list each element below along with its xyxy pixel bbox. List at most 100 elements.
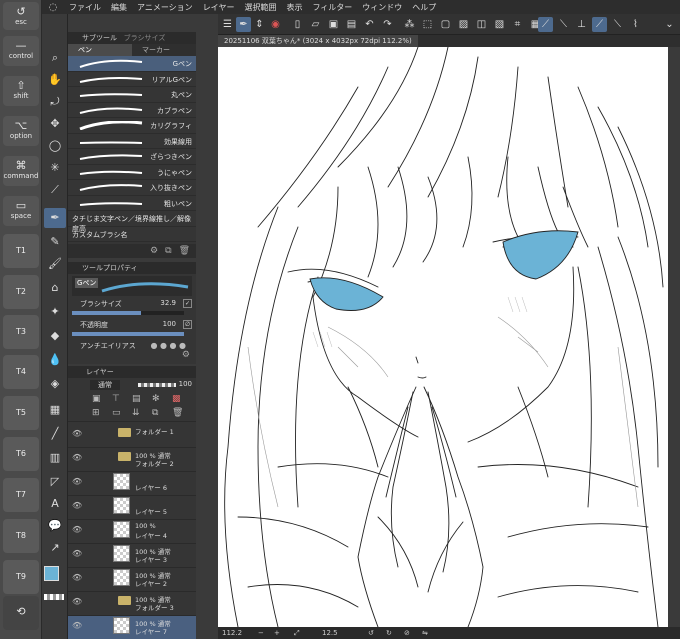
layer-row[interactable]: 👁 レイヤー 6	[68, 472, 196, 496]
new-layer-icon[interactable]: ⊞	[92, 408, 100, 418]
layer-row[interactable]: 👁 100 % 通常 レイヤー 3	[68, 544, 196, 568]
rotate-left-icon[interactable]: ↺	[368, 629, 374, 637]
ref-icon[interactable]: ✻	[152, 394, 160, 404]
menu-view[interactable]: 表示	[281, 2, 307, 13]
antialias-levels-icon[interactable]: ● ● ● ●	[150, 341, 186, 350]
mask-icon[interactable]: ▤	[132, 394, 141, 404]
fit-icon[interactable]: ⤢	[294, 629, 300, 638]
menu-filter[interactable]: フィルター	[307, 2, 357, 13]
eye-icon[interactable]: 👁	[72, 453, 82, 462]
deselect-icon[interactable]: ▢	[438, 17, 453, 32]
trash-icon[interactable]: 🗑	[179, 246, 190, 256]
pencil-tool-icon[interactable]: ✎	[44, 232, 66, 252]
eye-icon[interactable]: 👁	[72, 501, 82, 510]
text-tool-icon[interactable]: A	[44, 494, 66, 514]
hand-tool-icon[interactable]: ✋	[44, 70, 66, 90]
settings-icon[interactable]: ⚙	[150, 246, 158, 256]
zoom-value[interactable]: 112.2	[222, 629, 242, 637]
frame-tool-icon[interactable]: ▥	[44, 448, 66, 468]
record-icon[interactable]: ◉	[268, 17, 283, 32]
magic-wand-tool-icon[interactable]: ✳	[44, 158, 66, 178]
menu-help[interactable]: ヘルプ	[407, 2, 441, 13]
tab-marker[interactable]: マーカー	[132, 44, 196, 56]
layer-row[interactable]: 👁 100 % 通常 フォルダー 3	[68, 592, 196, 616]
brush-item[interactable]: 効果線用	[68, 134, 196, 149]
lock-icon[interactable]: ▣	[92, 394, 101, 404]
correct-line-tool-icon[interactable]: ↗	[44, 538, 66, 558]
t4-key[interactable]: T4	[3, 355, 39, 389]
layout-icon[interactable]: ▤	[344, 17, 359, 32]
control-key[interactable]: — control	[3, 36, 39, 66]
document-tab[interactable]: 20251106 双葉ちゃん* (3024 x 4032px 72dpi 112…	[218, 35, 418, 47]
vertical-scrollbar[interactable]	[668, 47, 680, 627]
menu-edit[interactable]: 編集	[106, 2, 132, 13]
eye-icon[interactable]: 👁	[72, 573, 82, 582]
layer-row[interactable]: 👁 フォルダー 1	[68, 424, 196, 448]
clip-icon[interactable]: ⊤	[112, 394, 120, 404]
sync-key[interactable]: ⟲	[3, 596, 39, 630]
move-tool-icon[interactable]: ✥	[44, 114, 66, 134]
blend-mode-select[interactable]: 通常	[90, 380, 120, 390]
snap-grid-icon[interactable]: ⊥	[574, 17, 589, 32]
fill-selection-icon[interactable]: ▧	[492, 17, 507, 32]
brush-item[interactable]: うにゃペン	[68, 165, 196, 180]
brush-item[interactable]: 丸ペン	[68, 87, 196, 103]
menu-layer[interactable]: レイヤー	[198, 2, 240, 13]
perspective-icon[interactable]: ⟍	[610, 17, 625, 32]
draft-icon[interactable]: ▩	[172, 394, 181, 404]
menu-window[interactable]: ウィンドウ	[357, 2, 407, 13]
brush-item[interactable]: カリグラフィ	[68, 118, 196, 134]
space-key[interactable]: ▭ space	[3, 196, 39, 226]
t3-key[interactable]: T3	[3, 315, 39, 349]
brush-item[interactable]: Gペン	[68, 56, 196, 72]
figure-tool-icon[interactable]: ╱	[44, 424, 66, 444]
eye-icon[interactable]: 👁	[72, 525, 82, 534]
shift-key[interactable]: ⇧ shift	[3, 76, 39, 106]
eraser-tool-icon[interactable]: ◆	[44, 326, 66, 346]
crop-icon[interactable]: ⌗	[510, 17, 525, 32]
chevron-down-icon[interactable]: ⌄	[662, 17, 677, 32]
eye-icon[interactable]: 👁	[72, 621, 82, 630]
main-color-swatch[interactable]	[44, 566, 59, 581]
clear-icon[interactable]: ◫	[474, 17, 489, 32]
brush-item[interactable]: 粗いペン	[68, 196, 196, 211]
transparent-color-swatch[interactable]	[44, 594, 64, 600]
layer-row[interactable]: 👁 100 % 通常 フォルダー 2	[68, 448, 196, 472]
command-key[interactable]: ⌘ command	[3, 156, 39, 186]
fill-tool-icon[interactable]: ◈	[44, 374, 66, 394]
guide-icon[interactable]: ⌇	[628, 17, 643, 32]
opacity-pressure-toggle[interactable]: ∅	[183, 320, 192, 329]
blend-tool-icon[interactable]: 💧	[44, 350, 66, 370]
new-file-icon[interactable]: ▯	[290, 17, 305, 32]
tab-pen[interactable]: ペン	[68, 44, 132, 56]
option-key[interactable]: ⌥ option	[3, 116, 39, 146]
drawing-canvas[interactable]	[218, 47, 668, 627]
eye-icon[interactable]: 👁	[72, 549, 82, 558]
brush-item[interactable]: カスタムブラシ名	[68, 227, 196, 242]
t9-key[interactable]: T9	[3, 560, 39, 594]
layer-row[interactable]: 👁 100 % 通常 レイヤー 2	[68, 568, 196, 592]
t7-key[interactable]: T7	[3, 478, 39, 512]
brush-item[interactable]: タチじま文字ペン／境界線推し／解像度高	[68, 211, 196, 233]
layer-opacity-value[interactable]: 100	[179, 380, 192, 388]
undo-icon[interactable]: ↶	[362, 17, 377, 32]
delete-layer-icon[interactable]: 🗑	[172, 408, 183, 418]
redo-icon[interactable]: ↷	[380, 17, 395, 32]
brush-item[interactable]: カブラペン	[68, 103, 196, 118]
ruler-tool-icon[interactable]: ◸	[44, 472, 66, 492]
property-wrench-icon[interactable]: ⚙	[182, 350, 190, 360]
gradient-tool-icon[interactable]: ▦	[44, 400, 66, 420]
t1-key[interactable]: T1	[3, 234, 39, 268]
rotate-tool-icon[interactable]: ⤾	[44, 92, 66, 112]
menu-file[interactable]: ファイル	[64, 2, 106, 13]
t2-key[interactable]: T2	[3, 275, 39, 309]
brush-size-value[interactable]: 32.9	[160, 299, 176, 307]
layer-row[interactable]: 👁 100 % 通常 レイヤー 7	[68, 616, 196, 639]
brush-item[interactable]: リアルGペン	[68, 72, 196, 87]
flip-icon[interactable]: ⇋	[422, 629, 428, 637]
brush-tool-icon[interactable]: 🖌	[44, 254, 66, 274]
menu-selection[interactable]: 選択範囲	[239, 2, 281, 13]
layer-row[interactable]: 👁 レイヤー 5	[68, 496, 196, 520]
snap-special-icon[interactable]: ⟍	[556, 17, 571, 32]
rotate-right-icon[interactable]: ↻	[386, 629, 392, 637]
